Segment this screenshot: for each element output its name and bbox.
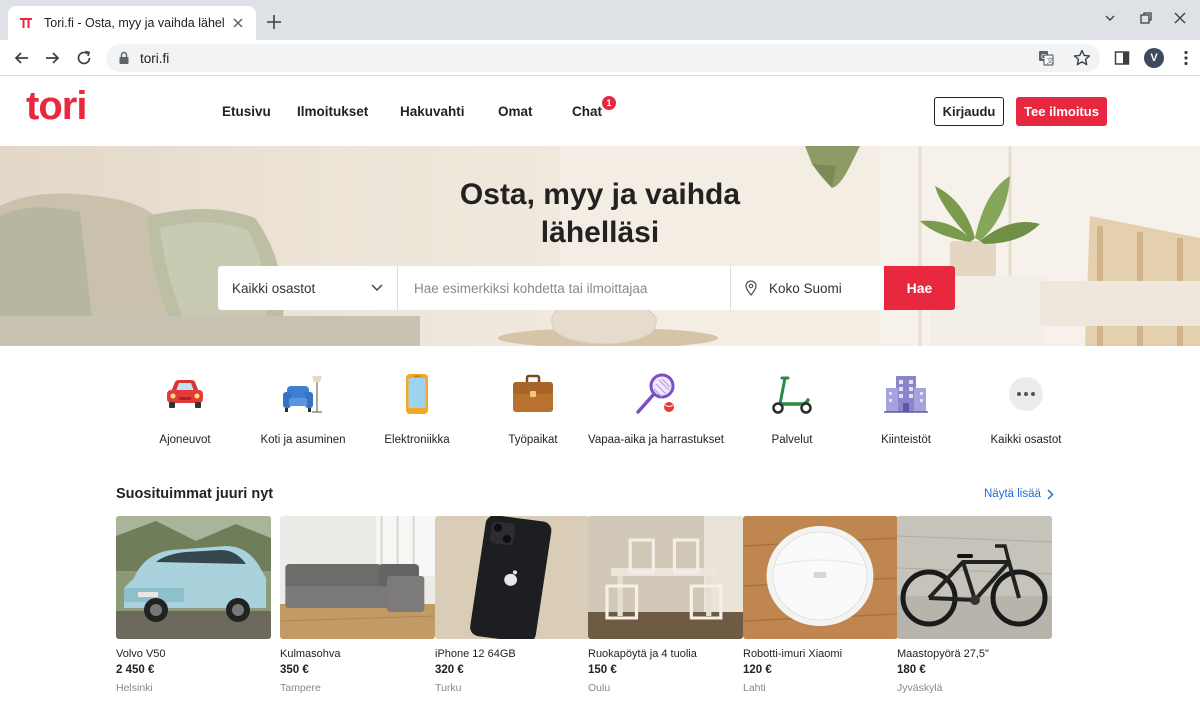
category-select-value: Kaikki osastot — [232, 280, 316, 296]
category-label: Kaikki osastot — [990, 434, 1062, 446]
more-dots-icon — [1009, 377, 1043, 411]
see-more-label: Näytä lisää — [984, 488, 1041, 500]
category-kiinteistot[interactable]: Kiinteistöt — [836, 370, 976, 446]
listing-title[interactable]: Robotti-imuri Xiaomi — [743, 648, 898, 660]
listing-title[interactable]: iPhone 12 64GB — [435, 648, 590, 660]
svg-text:文: 文 — [1047, 56, 1054, 65]
chat-notification-badge: 1 — [602, 96, 616, 110]
listing-price: 120 € — [743, 664, 772, 676]
search-button[interactable]: Hae — [884, 266, 955, 310]
listing-card[interactable]: Ruokapöytä ja 4 tuolia 150 € Oulu — [588, 516, 743, 694]
post-ad-button[interactable]: Tee ilmoitus — [1016, 97, 1107, 126]
nav-etusivu[interactable]: Etusivu — [222, 104, 271, 119]
chevron-right-icon — [1047, 488, 1054, 500]
nav-omat[interactable]: Omat — [498, 104, 533, 119]
hero-title-line1: Osta, myy ja vaihda — [459, 178, 741, 211]
browser-tab-bar: Tori.fi - Osta, myy ja vaihda lähelläsi — [0, 0, 1200, 40]
lock-icon[interactable] — [118, 51, 130, 65]
tennis-racket-icon — [636, 373, 675, 414]
url-text: tori.fi — [140, 50, 170, 66]
armchair-lamp-icon — [283, 376, 322, 413]
back-arrow-icon[interactable] — [12, 48, 32, 68]
site-header: tori Etusivu Ilmoitukset Hakuvahti Omat … — [0, 76, 1200, 146]
login-button[interactable]: Kirjaudu — [934, 97, 1004, 126]
category-label: Vapaa-aika ja harrastukset — [588, 434, 724, 446]
listing-image-phone[interactable] — [435, 516, 590, 639]
new-tab-icon[interactable] — [264, 12, 284, 32]
hero-title-line2: lähelläsi — [540, 216, 660, 249]
chevron-down-icon[interactable] — [1100, 8, 1120, 28]
building-icon — [884, 376, 928, 413]
listing-price: 350 € — [280, 664, 309, 676]
category-label: Työpaikat — [508, 434, 558, 446]
nav-chat[interactable]: Chat — [572, 104, 602, 119]
browser-tab[interactable]: Tori.fi - Osta, myy ja vaihda lähelläsi — [8, 6, 256, 40]
listing-location: Lahti — [743, 682, 766, 694]
search-bar: Kaikki osastot Koko Suomi Hae — [218, 266, 955, 310]
reload-icon[interactable] — [74, 48, 94, 68]
search-input[interactable] — [398, 266, 731, 310]
listing-card[interactable]: iPhone 12 64GB 320 € Turku — [435, 516, 590, 694]
category-select[interactable]: Kaikki osastot — [218, 266, 398, 310]
nav-hakuvahti[interactable]: Hakuvahti — [400, 104, 465, 119]
listing-image-sofa[interactable] — [280, 516, 435, 639]
listing-location: Oulu — [588, 682, 611, 694]
category-label: Kiinteistöt — [881, 434, 931, 446]
tori-logo[interactable]: tori — [26, 84, 87, 129]
forward-arrow-icon[interactable] — [42, 48, 62, 68]
listing-location: Jyväskylä — [897, 682, 943, 694]
listing-card[interactable]: Maastopyörä 27,5" 180 € Jyväskylä — [897, 516, 1052, 694]
chevron-down-icon — [371, 284, 383, 292]
side-panel-icon[interactable] — [1112, 48, 1132, 68]
address-bar[interactable]: tori.fi — [106, 44, 1100, 72]
listing-location: Tampere — [280, 682, 321, 694]
listing-card[interactable]: Volvo V50 2 450 € Helsinki — [116, 516, 271, 694]
listing-card[interactable]: Kulmasohva 350 € Tampere — [280, 516, 435, 694]
close-window-icon[interactable] — [1170, 8, 1190, 28]
listing-title[interactable]: Volvo V50 — [116, 648, 271, 660]
car-icon — [167, 380, 203, 408]
listing-title[interactable]: Maastopyörä 27,5" — [897, 648, 1052, 660]
nav-ilmoitukset[interactable]: Ilmoitukset — [297, 104, 368, 119]
listing-location: Helsinki — [116, 682, 153, 694]
listing-price: 2 450 € — [116, 664, 155, 676]
hero-banner: Osta, myy ja vaihda lähelläsi — [0, 146, 1200, 346]
tab-title: Tori.fi - Osta, myy ja vaihda lähelläsi — [44, 16, 224, 30]
listing-image-dining-table[interactable] — [588, 516, 743, 639]
profile-avatar[interactable]: V — [1144, 48, 1164, 68]
popular-section-title: Suosituimmat juuri nyt — [116, 486, 274, 502]
translate-icon[interactable]: G 文 — [1036, 48, 1056, 68]
location-select[interactable]: Koko Suomi — [731, 266, 884, 310]
phone-icon — [406, 374, 428, 414]
listing-image-bicycle[interactable] — [897, 516, 1052, 639]
see-more-link[interactable]: Näytä lisää — [984, 488, 1054, 500]
location-value: Koko Suomi — [769, 280, 842, 296]
restore-window-icon[interactable] — [1136, 8, 1156, 28]
briefcase-icon — [513, 374, 553, 412]
location-pin-icon — [745, 280, 757, 296]
listing-location: Turku — [435, 682, 462, 694]
listing-price: 150 € — [588, 664, 617, 676]
close-tab-icon[interactable] — [230, 15, 246, 31]
category-kaikki-osastot[interactable]: Kaikki osastot — [956, 370, 1096, 446]
hero-title: Osta, myy ja vaihda lähelläsi — [0, 176, 1200, 252]
listing-price: 320 € — [435, 664, 464, 676]
listing-title[interactable]: Ruokapöytä ja 4 tuolia — [588, 648, 743, 660]
bookmark-star-icon[interactable] — [1072, 48, 1092, 68]
listing-price: 180 € — [897, 664, 926, 676]
more-vertical-icon[interactable] — [1176, 48, 1196, 68]
listing-card[interactable]: Robotti-imuri Xiaomi 120 € Lahti — [743, 516, 898, 694]
tori-favicon-icon — [20, 18, 32, 28]
category-vapaa-aika[interactable]: Vapaa-aika ja harrastukset — [586, 370, 726, 446]
category-tyopaikat[interactable]: Työpaikat — [463, 370, 603, 446]
scooter-icon — [772, 376, 812, 414]
listing-image-robot-vacuum[interactable] — [743, 516, 898, 639]
listing-image-car[interactable] — [116, 516, 271, 639]
listing-title[interactable]: Kulmasohva — [280, 648, 435, 660]
browser-toolbar: tori.fi G 文 — [0, 40, 1200, 76]
